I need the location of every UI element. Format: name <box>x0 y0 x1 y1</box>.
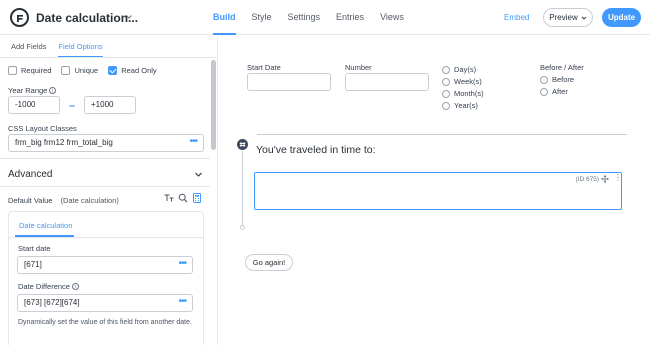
go-again-button[interactable]: Go again! <box>245 254 293 271</box>
field-options-sidebar: Add Fields Field Options Required Unique… <box>0 36 218 345</box>
css-classes-value: frm_big frm12 frm_total_big <box>15 138 113 147</box>
default-value-tools <box>164 193 202 203</box>
section-divider-line <box>257 134 627 135</box>
option-after[interactable]: After <box>540 87 568 96</box>
unit-option-weeks[interactable]: Week(s) <box>442 77 482 86</box>
section-handle-icon[interactable] <box>237 139 248 150</box>
start-date-field-input[interactable] <box>247 73 331 91</box>
before-after-label: Before / After <box>540 63 584 72</box>
embed-link[interactable]: Embed <box>504 13 529 22</box>
preview-label: Preview <box>549 13 578 22</box>
date-calculation-field[interactable]: (ID 675) ⋮ <box>254 172 622 210</box>
date-calculation-panel: Date calculation Start date [671] ••• Da… <box>8 211 204 345</box>
nav-entries[interactable]: Entries <box>336 0 364 35</box>
section-guide-line <box>242 151 243 227</box>
field-id-label: (ID 675) <box>575 176 599 183</box>
start-date-input[interactable]: [671] ••• <box>17 256 193 274</box>
unit-option-days[interactable]: Day(s) <box>442 65 476 74</box>
tab-field-options[interactable]: Field Options <box>58 36 103 57</box>
radio-button[interactable] <box>540 75 548 84</box>
unit-weeks-label: Week(s) <box>454 77 482 86</box>
default-value-label: Default Value (Date calculation) <box>8 196 119 205</box>
radio-button[interactable] <box>442 65 450 74</box>
field-flags: Required Unique Read Only <box>8 66 167 75</box>
start-date-text: Start date <box>18 244 51 253</box>
nav-build[interactable]: Build <box>213 0 236 35</box>
chevron-down-icon <box>581 16 587 20</box>
more-options-icon[interactable]: ••• <box>189 137 197 147</box>
sidebar-tabs: Add Fields Field Options <box>0 36 217 58</box>
radio-button[interactable] <box>540 87 548 96</box>
start-date-label: Start date <box>18 244 51 253</box>
unit-option-years[interactable]: Year(s) <box>442 101 478 110</box>
unit-months-label: Month(s) <box>454 89 484 98</box>
year-range-from-input[interactable]: -1000 <box>8 96 60 114</box>
info-icon[interactable]: i <box>49 87 57 94</box>
text-format-icon[interactable] <box>164 193 174 203</box>
form-title[interactable]: Date calculation... <box>36 11 138 25</box>
nav-style[interactable]: Style <box>252 0 272 35</box>
default-value-text: Default Value <box>8 196 53 205</box>
info-icon[interactable]: i <box>71 283 79 290</box>
radio-button[interactable] <box>442 89 450 98</box>
top-bar: Date calculation... Build Style Settings… <box>0 0 650 35</box>
after-label: After <box>552 87 568 96</box>
preview-button[interactable]: Preview <box>543 8 593 27</box>
panel-divider <box>9 237 203 238</box>
read-only-label: Read Only <box>121 66 157 75</box>
range-dash: – <box>69 100 76 112</box>
date-difference-text: Date Difference <box>18 282 70 291</box>
nav-views[interactable]: Views <box>380 0 404 35</box>
form-canvas: Start Date Number Day(s) Week(s) Month(s… <box>219 36 650 345</box>
radio-button[interactable] <box>442 77 450 86</box>
section-heading: You've traveled in time to: <box>256 144 376 156</box>
unique-label: Unique <box>74 66 99 75</box>
chevron-down-icon[interactable] <box>194 170 203 179</box>
more-options-icon[interactable]: ••• <box>178 259 186 269</box>
date-difference-label: Date Difference i <box>18 282 79 291</box>
number-field-label: Number <box>345 63 372 72</box>
year-range-label: Year Range i <box>8 86 57 95</box>
unit-days-label: Day(s) <box>454 65 477 74</box>
default-value-type: (Date calculation) <box>60 196 119 205</box>
required-checkbox[interactable] <box>8 66 17 75</box>
main-nav: Build Style Settings Entries Views <box>213 0 420 35</box>
kebab-menu-icon[interactable]: ⋮ <box>614 174 622 182</box>
calculator-icon[interactable] <box>192 193 202 203</box>
date-difference-input[interactable]: [673] [672][674] ••• <box>17 294 193 312</box>
css-classes-label: CSS Layout Classes <box>8 124 77 133</box>
tab-add-fields[interactable]: Add Fields <box>11 36 46 57</box>
nav-settings[interactable]: Settings <box>288 0 321 35</box>
advanced-heading[interactable]: Advanced <box>8 169 52 180</box>
unique-checkbox[interactable] <box>61 66 71 75</box>
unit-years-label: Year(s) <box>454 101 478 110</box>
year-range-text: Year Range <box>8 86 48 95</box>
section-end-dot <box>240 225 245 230</box>
search-icon[interactable] <box>178 193 188 203</box>
help-text: Dynamically set the value of this field … <box>18 319 192 326</box>
unit-option-months[interactable]: Month(s) <box>442 89 484 98</box>
move-icon[interactable] <box>601 175 609 183</box>
start-date-field-label: Start Date <box>247 63 281 72</box>
start-date-value: [671] <box>24 260 42 269</box>
date-difference-value: [673] [672][674] <box>24 298 80 307</box>
radio-button[interactable] <box>442 101 450 110</box>
before-label: Before <box>552 75 575 84</box>
formidable-logo-icon[interactable] <box>10 8 29 27</box>
year-range-to-input[interactable]: +1000 <box>84 96 136 114</box>
chevron-down-icon[interactable] <box>125 12 133 22</box>
css-classes-input[interactable]: frm_big frm12 frm_total_big ••• <box>8 134 204 152</box>
section-divider <box>0 186 210 187</box>
more-options-icon[interactable]: ••• <box>178 297 186 307</box>
tab-date-calculation[interactable]: Date calculation <box>19 221 72 230</box>
option-before[interactable]: Before <box>540 75 574 84</box>
required-label: Required <box>21 66 52 75</box>
sidebar-scrollbar[interactable] <box>211 60 216 150</box>
update-button[interactable]: Update <box>602 8 641 27</box>
section-divider <box>0 158 210 159</box>
read-only-checkbox[interactable] <box>108 66 118 75</box>
number-field-input[interactable] <box>345 73 429 91</box>
